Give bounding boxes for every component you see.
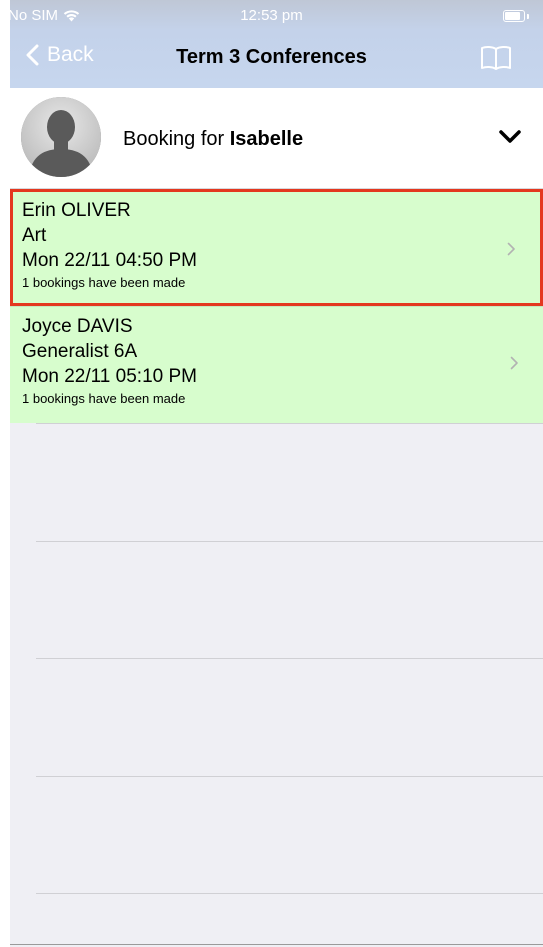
page-title: Term 3 Conferences [176, 46, 367, 68]
conference-list: Erin OLIVER Art Mon 22/11 04:50 PM 1 boo… [10, 189, 543, 423]
empty-row-separator [36, 776, 543, 777]
empty-row-separator [36, 423, 543, 424]
teacher-name: Erin OLIVER [22, 200, 131, 221]
battery-nub [527, 14, 529, 19]
empty-row-separator [36, 541, 543, 542]
book-icon [481, 45, 511, 70]
booking-label: Booking for Isabelle [123, 128, 303, 151]
student-name: Isabelle [229, 128, 304, 150]
chevron-right-icon [510, 356, 518, 370]
time-slot: Mon 22/11 05:10 PM [22, 366, 197, 387]
booking-prefix: Booking for [123, 128, 225, 150]
navigation-bar: Back Term 3 Conferences [0, 30, 543, 88]
booking-status: 1 bookings have been made [22, 275, 186, 290]
booking-status: 1 bookings have been made [22, 391, 186, 406]
conference-row[interactable]: Joyce DAVIS Generalist 6A Mon 22/11 05:1… [10, 306, 543, 423]
bottom-edge [10, 944, 543, 945]
subject: Art [22, 225, 47, 246]
status-bar: No SIM 12:53 pm [0, 0, 543, 30]
teacher-name: Joyce DAVIS [22, 316, 133, 337]
time-slot: Mon 22/11 04:50 PM [22, 250, 197, 271]
app-screen: No SIM 12:53 pm Back Term 3 Conferences [0, 0, 543, 947]
status-time: 12:53 pm [240, 7, 303, 24]
empty-row-separator [36, 658, 543, 659]
conference-row[interactable]: Erin OLIVER Art Mon 22/11 04:50 PM 1 boo… [10, 189, 543, 306]
chevron-right-icon [507, 242, 515, 256]
empty-row-separator [36, 893, 543, 894]
person-silhouette-icon [21, 97, 101, 177]
battery-icon [503, 10, 525, 22]
student-selector[interactable]: Booking for Isabelle [10, 88, 543, 189]
left-edge [0, 0, 10, 947]
book-button[interactable] [480, 44, 512, 72]
subject: Generalist 6A [22, 341, 138, 362]
chevron-down-icon[interactable] [499, 130, 521, 144]
avatar [21, 97, 101, 177]
